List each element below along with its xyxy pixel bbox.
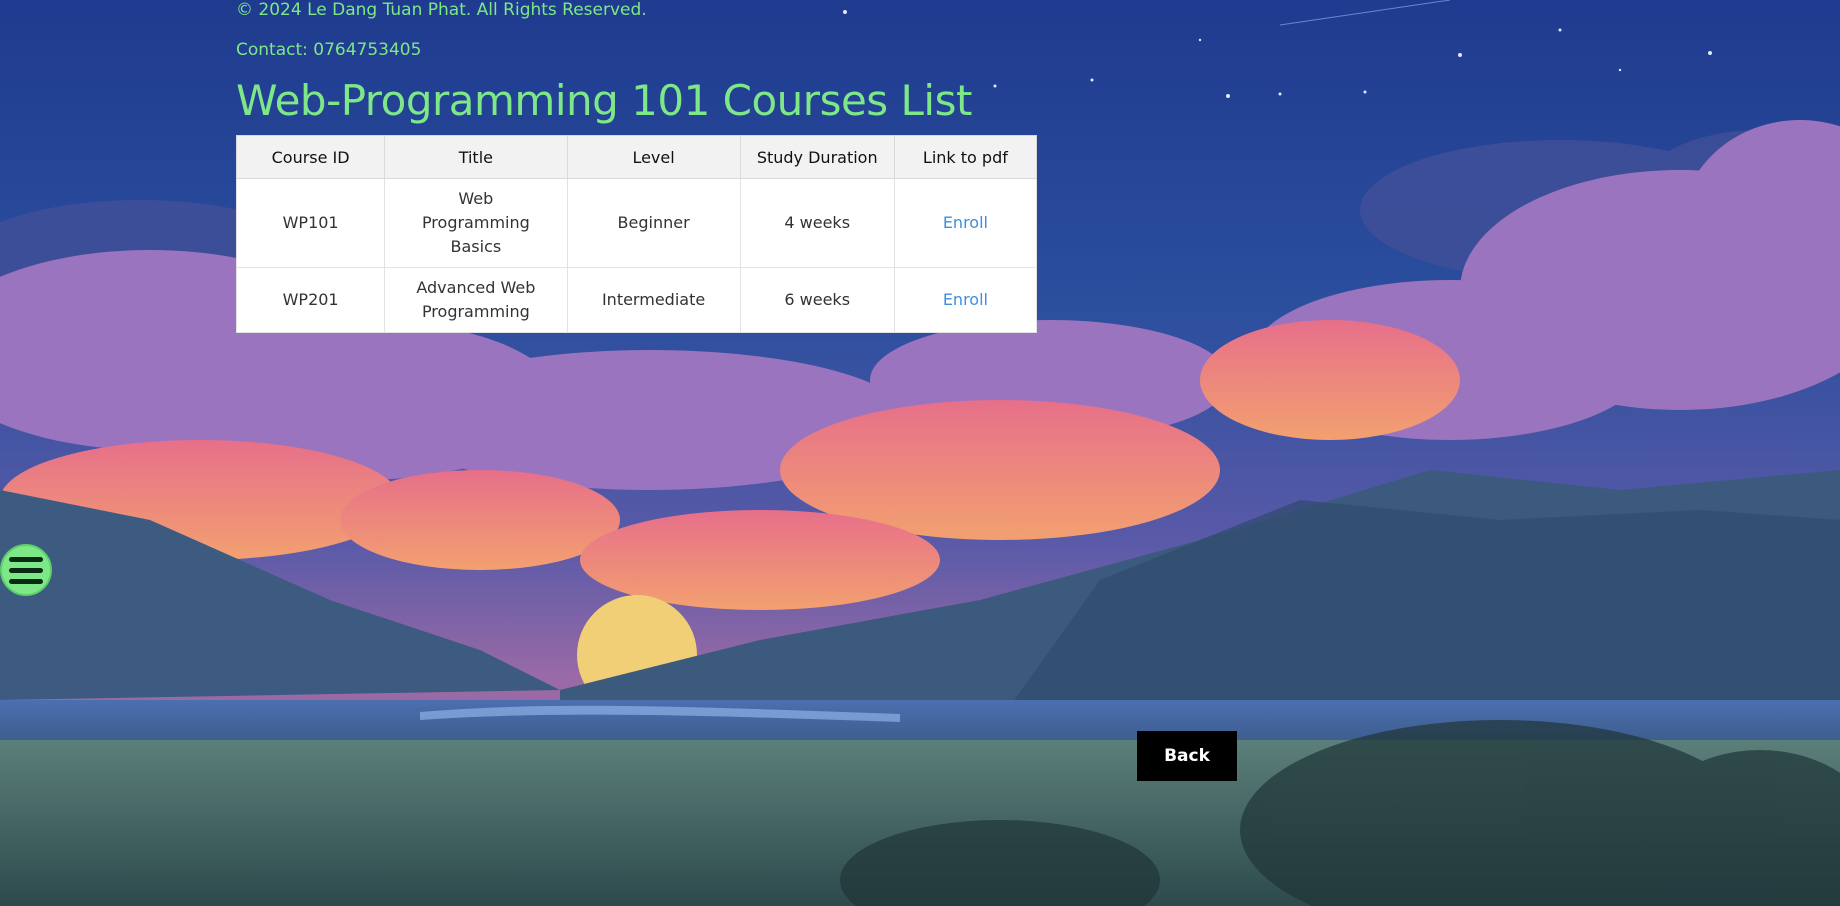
cell-duration: 6 weeks [739, 267, 895, 333]
header-title: Title [384, 135, 568, 179]
cell-course-id: WP201 [235, 267, 386, 333]
cell-level: Intermediate [566, 267, 741, 333]
page-title: Web-Programming 101 Courses List [236, 76, 972, 125]
cell-link: Enroll [893, 267, 1038, 333]
header-course-id: Course ID [235, 135, 386, 179]
hamburger-menu-icon [9, 556, 43, 562]
cell-duration: 4 weeks [739, 178, 895, 268]
header-study-duration: Study Duration [739, 135, 895, 179]
cell-title: Advanced Web Programming [384, 267, 568, 333]
table-row: WP201 Advanced Web Programming Intermedi… [235, 267, 1038, 333]
cell-level: Beginner [566, 178, 741, 268]
header-level: Level [566, 135, 741, 179]
cell-title: Web Programming Basics [384, 178, 568, 268]
copyright-text: © 2024 Le Dang Tuan Phat. All Rights Res… [236, 0, 647, 20]
back-button[interactable]: Back [1137, 731, 1237, 781]
enroll-link[interactable]: Enroll [943, 290, 988, 309]
table-row: WP101 Web Programming Basics Beginner 4 … [235, 178, 1038, 268]
cell-title-text: Web Programming Basics [421, 189, 530, 256]
contact-text: Contact: 0764753405 [236, 40, 422, 60]
header-link-to-pdf: Link to pdf [893, 135, 1038, 179]
courses-table: Course ID Title Level Study Duration Lin… [235, 135, 1038, 333]
enroll-link[interactable]: Enroll [943, 213, 988, 232]
hamburger-menu-icon [9, 578, 43, 584]
cell-link: Enroll [893, 178, 1038, 268]
hamburger-menu-icon [9, 567, 43, 573]
table-header-row: Course ID Title Level Study Duration Lin… [235, 135, 1038, 179]
cell-course-id: WP101 [235, 178, 386, 268]
menu-toggle-button[interactable] [0, 544, 52, 596]
cell-title-text: Advanced Web Programming [416, 278, 536, 321]
